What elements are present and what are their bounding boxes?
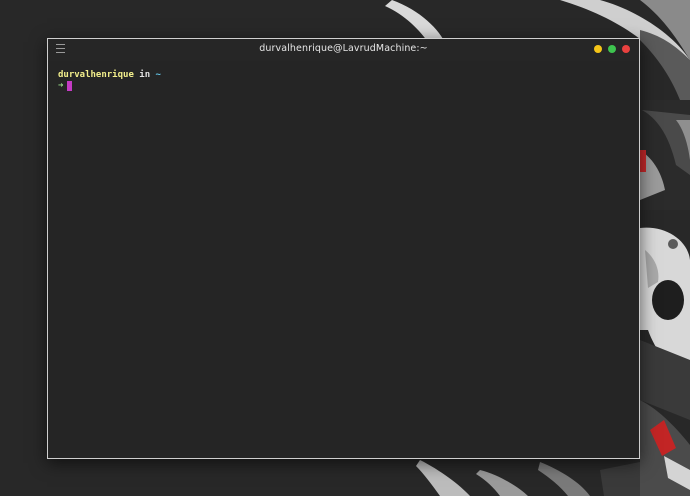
prompt-in-word: in <box>139 70 151 80</box>
text-cursor <box>67 81 73 91</box>
terminal-body[interactable]: durvalhenrique in ~ ➜ <box>48 61 639 458</box>
prompt-user: durvalhenrique <box>58 70 134 80</box>
maximize-dot-icon[interactable] <box>608 45 616 53</box>
minimize-dot-icon[interactable] <box>594 45 602 53</box>
desktop: durvalhenrique@LavrudMachine:~ durvalhen… <box>0 0 690 496</box>
prompt-arrow-icon: ➜ <box>58 81 64 91</box>
prompt-line: durvalhenrique in ~ <box>58 69 161 81</box>
titlebar[interactable]: durvalhenrique@LavrudMachine:~ <box>48 39 639 61</box>
window-controls <box>594 45 630 53</box>
input-line[interactable]: ➜ <box>58 80 73 92</box>
terminal-window[interactable]: durvalhenrique@LavrudMachine:~ durvalhen… <box>47 38 640 459</box>
close-dot-icon[interactable] <box>622 45 630 53</box>
window-title: durvalhenrique@LavrudMachine:~ <box>259 43 428 54</box>
prompt-path: ~ <box>155 70 161 80</box>
